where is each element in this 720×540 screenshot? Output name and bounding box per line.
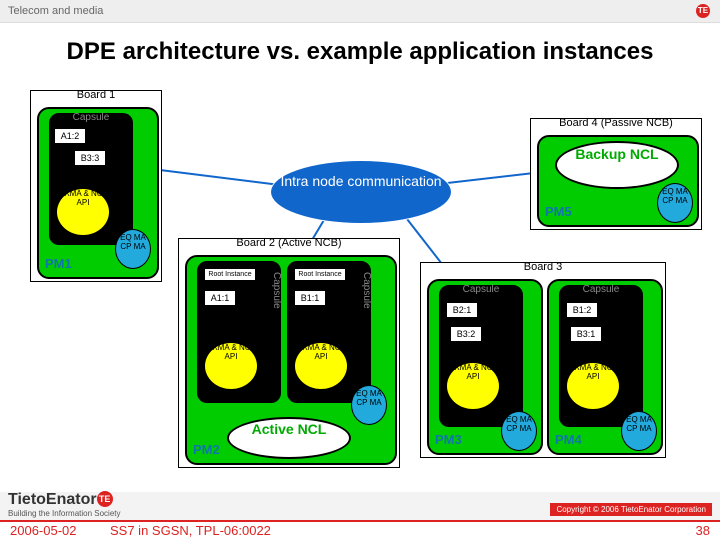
copyright: Copyright © 2006 TietoEnator Corporation xyxy=(550,503,712,516)
box-a11: A1:1 xyxy=(204,290,236,306)
board-2: Board 2 (Active NCB) PM2 Capsule Root In… xyxy=(178,238,400,468)
box-b31: B3:1 xyxy=(570,326,602,342)
board-3-label: Board 3 xyxy=(421,261,665,273)
pm3-label: PM3 xyxy=(435,432,462,447)
eq-pm2: EQ MA CP MA xyxy=(351,385,387,425)
board-2-label: Board 2 (Active NCB) xyxy=(179,237,399,249)
pm2-cap1-label: Capsule xyxy=(271,272,282,309)
brand-icon: TE xyxy=(696,4,710,18)
pm1-capsule-label: Capsule xyxy=(50,112,132,123)
active-ncl: Active NCL xyxy=(227,417,351,459)
box-exm-pm1: EXMA & NCL API xyxy=(56,188,110,236)
breadcrumb-text: Telecom and media xyxy=(8,5,103,17)
hub-label: Intra node communication xyxy=(280,173,441,189)
pm4-cap-label: Capsule xyxy=(560,284,642,295)
breadcrumb: Telecom and media TE xyxy=(0,0,720,23)
pm1-label: PM1 xyxy=(45,256,72,271)
board-4: Board 4 (Passive NCB) PM5 Backup NCL EQ … xyxy=(530,118,702,230)
pm2: PM2 Capsule Root Instance A1:1 EXMA & NC… xyxy=(185,255,397,465)
backup-ncl-label: Backup NCL xyxy=(575,146,658,162)
pm2-label: PM2 xyxy=(193,442,220,457)
board-1: Board 1 PM1 Capsule A1:2 B3:3 EXMA & NCL… xyxy=(30,90,162,282)
pm4-capsule: Capsule B1:2 B3:1 EXMA & NCL API xyxy=(559,285,643,427)
pm3-cap-label: Capsule xyxy=(440,284,522,295)
active-ncl-label: Active NCL xyxy=(252,421,327,437)
eq-pm5: EQ MA CP MA xyxy=(657,183,693,223)
box-exm-pm4: EXMA & NCL API xyxy=(566,362,620,410)
pm2-capsule-2: Capsule Root Instance B1:1 EXMA & NCL AP… xyxy=(287,261,371,403)
board-1-label: Board 1 xyxy=(31,89,161,101)
box-b33: B3:3 xyxy=(74,150,106,166)
backup-ncl: Backup NCL xyxy=(555,141,679,189)
box-b32: B3:2 xyxy=(450,326,482,342)
pm5: PM5 Backup NCL EQ MA CP MA xyxy=(537,135,699,227)
hub-intra-node: Intra node communication xyxy=(270,160,452,224)
pm2-cap2-root: Root Instance xyxy=(294,268,346,281)
footer-date: 2006-05-02 xyxy=(10,523,77,538)
page-title: DPE architecture vs. example application… xyxy=(0,38,720,66)
box-exm-pm2-2: EXMA & NCL API xyxy=(294,342,348,390)
eq-pm3: EQ MA CP MA xyxy=(501,411,537,451)
pm2-capsule-1: Capsule Root Instance A1:1 EXMA & NCL AP… xyxy=(197,261,281,403)
eq-pm1: EQ MA CP MA xyxy=(115,229,151,269)
pm5-label: PM5 xyxy=(545,204,572,219)
pm4: PM4 Capsule B1:2 B3:1 EXMA & NCL API EQ … xyxy=(547,279,663,455)
box-b12: B1:2 xyxy=(566,302,598,318)
divider xyxy=(0,520,720,522)
logo: TietoEnatorTE Building the Information S… xyxy=(8,491,121,518)
pm1: PM1 Capsule A1:2 B3:3 EXMA & NCL API EQ … xyxy=(37,107,159,279)
eq-pm4: EQ MA CP MA xyxy=(621,411,657,451)
logo-text: TietoEnator xyxy=(8,491,97,508)
box-b21: B2:1 xyxy=(446,302,478,318)
box-b11: B1:1 xyxy=(294,290,326,306)
box-exm-pm2-1: EXMA & NCL API xyxy=(204,342,258,390)
pm1-capsule: Capsule A1:2 B3:3 EXMA & NCL API xyxy=(49,113,133,245)
logo-sub: Building the Information Society xyxy=(8,509,121,518)
pm2-cap1-root: Root Instance xyxy=(204,268,256,281)
page-number: 38 xyxy=(696,523,710,538)
pm3-capsule: Capsule B2:1 B3:2 EXMA & NCL API xyxy=(439,285,523,427)
pm3: PM3 Capsule B2:1 B3:2 EXMA & NCL API EQ … xyxy=(427,279,543,455)
box-exm-pm3: EXMA & NCL API xyxy=(446,362,500,410)
box-a12: A1:2 xyxy=(54,128,86,144)
pm4-label: PM4 xyxy=(555,432,582,447)
footer-docid: SS7 in SGSN, TPL-06:0022 xyxy=(110,523,271,538)
board-3: Board 3 PM3 Capsule B2:1 B3:2 EXMA & NCL… xyxy=(420,262,666,458)
pm2-cap2-label: Capsule xyxy=(361,272,372,309)
board-4-label: Board 4 (Passive NCB) xyxy=(531,117,701,129)
logo-badge-icon: TE xyxy=(97,491,113,507)
